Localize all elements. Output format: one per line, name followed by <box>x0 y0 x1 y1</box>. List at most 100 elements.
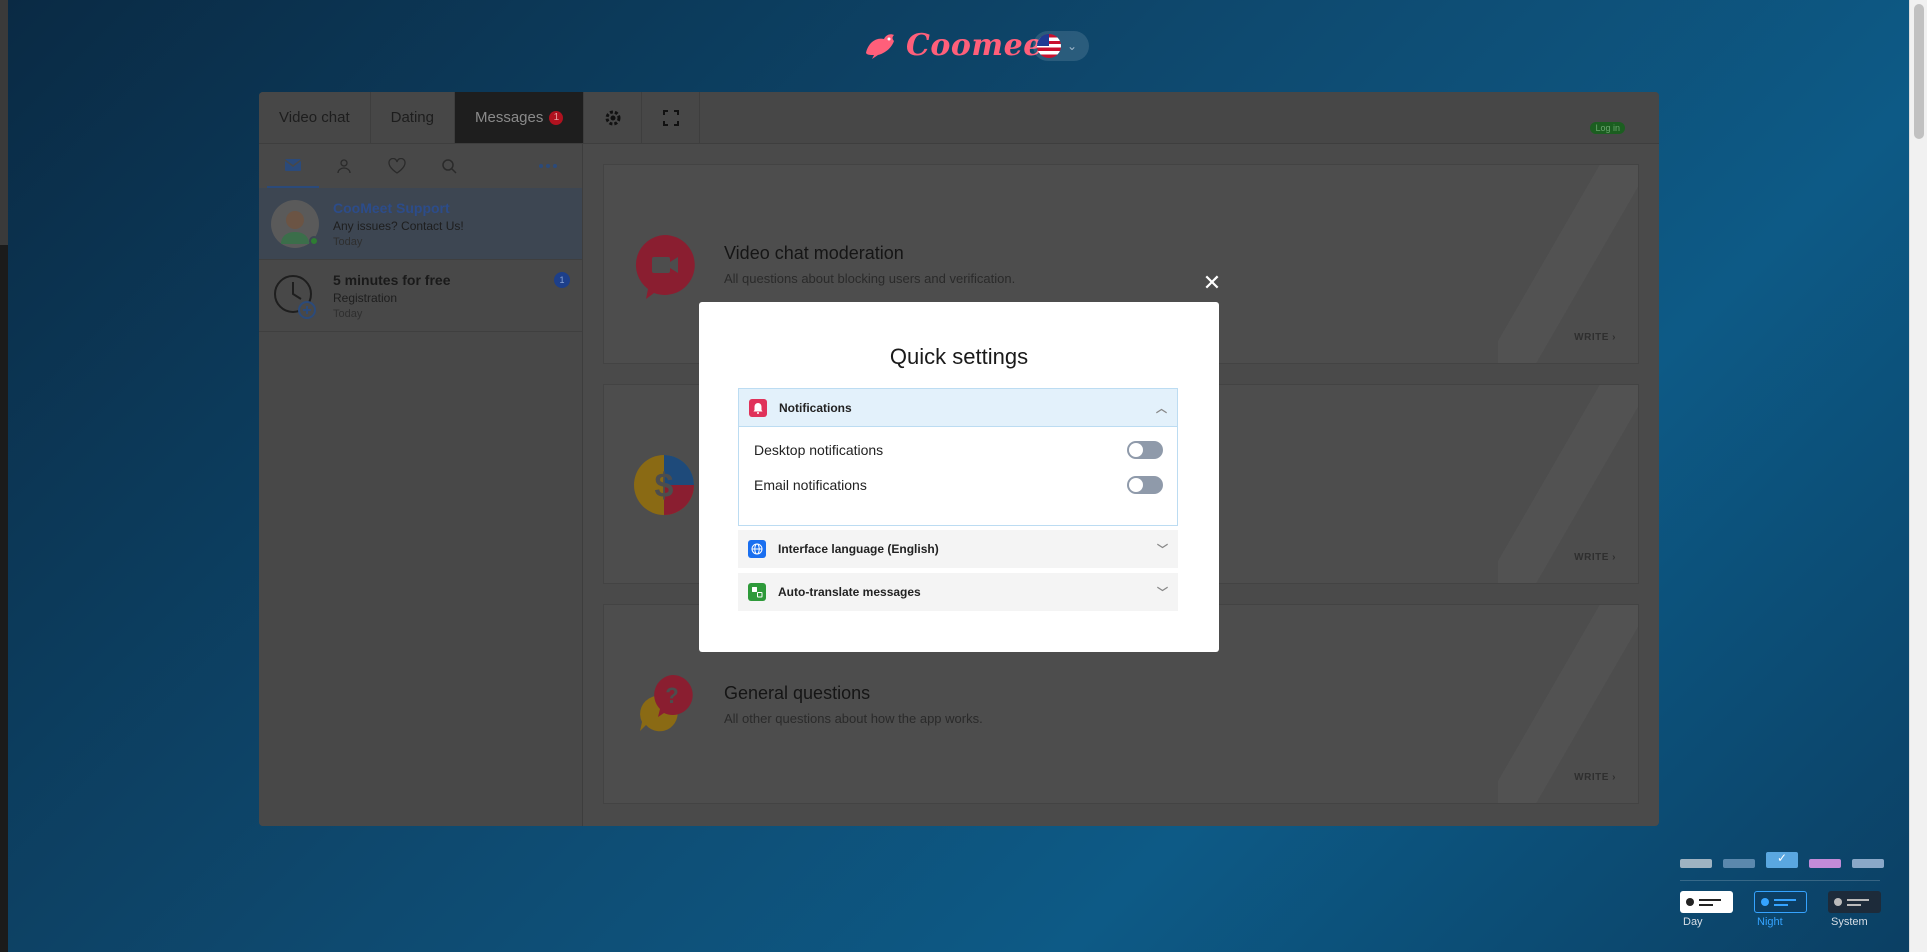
login-button[interactable]: Log in <box>1590 122 1625 134</box>
dialog-title: Quick settings <box>889 344 1029 369</box>
chat-preview: Registration <box>333 290 398 305</box>
tab-label: Messages <box>474 109 544 126</box>
dollar-coin-icon: $ <box>632 453 696 522</box>
mode-label: Day <box>1683 916 1703 928</box>
language-switcher[interactable]: ⌄ <box>1033 31 1089 61</box>
day-mode-icon <box>1680 891 1733 913</box>
chat-item-support[interactable]: CooMeet Support Any issues? Contact Us! … <box>259 188 582 260</box>
ellipsis-icon <box>539 164 557 168</box>
left-scroll-thumb <box>0 0 8 245</box>
card-description: All questions about blocking users and v… <box>724 271 1016 286</box>
unread-badge: 1 <box>549 110 564 125</box>
email-notifications-toggle[interactable] <box>1127 476 1163 494</box>
left-window-edge <box>0 0 8 952</box>
notifications-header[interactable]: Notifications ︿ <box>739 389 1177 427</box>
card-title: General questions <box>724 683 871 703</box>
gear-icon <box>605 110 621 125</box>
camera-bubble-icon <box>632 233 696 304</box>
color-swatch-selected[interactable]: ✓ <box>1766 851 1798 868</box>
filter-search[interactable] <box>423 144 475 188</box>
mode-night[interactable]: Night <box>1754 891 1809 928</box>
email-notifications-row: Email notifications <box>754 474 1163 496</box>
coomeet-logo[interactable]: Coomeet <box>862 28 1057 63</box>
tab-video-chat[interactable]: Video chat <box>259 92 371 143</box>
quick-settings-dialog: Quick settings Notifications ︿ Desktop n… <box>699 302 1219 652</box>
filter-inbox[interactable] <box>267 144 319 188</box>
system-mode-icon <box>1828 891 1881 913</box>
color-scheme-picker: ✓ <box>1680 851 1884 868</box>
color-swatch[interactable] <box>1852 859 1884 868</box>
mode-label: Night <box>1757 916 1783 928</box>
chevron-down-icon: ⌄ <box>1067 39 1078 53</box>
card-title: Video chat moderation <box>724 243 904 263</box>
filter-contacts[interactable] <box>319 144 371 188</box>
globe-icon <box>748 540 766 558</box>
tab-dating[interactable]: Dating <box>371 92 455 143</box>
filter-favorites[interactable] <box>371 144 423 188</box>
notifications-options: Desktop notifications Email notification… <box>739 427 1177 525</box>
question-bubbles-icon: ? <box>632 673 696 742</box>
chat-date: Today <box>333 307 363 320</box>
chevron-up-icon: ︿ <box>1156 402 1167 415</box>
chat-item-free-minutes[interactable]: 5 minutes for free Registration Today 1 <box>259 260 582 332</box>
bird-logo-icon <box>866 33 894 59</box>
us-flag-icon <box>1037 34 1061 58</box>
write-label: WRITE <box>1574 552 1609 563</box>
auto-translate-header[interactable]: Auto-translate messages ﹀ <box>738 573 1178 611</box>
auto-translate-section: Auto-translate messages ﹀ <box>738 573 1178 611</box>
translate-icon <box>748 583 766 601</box>
mode-day[interactable]: Day <box>1680 891 1735 928</box>
chat-name: CooMeet Support <box>333 199 450 216</box>
notifications-section: Notifications ︿ Desktop notifications Em… <box>738 388 1178 526</box>
fullscreen-button[interactable] <box>642 92 701 143</box>
write-link[interactable]: WRITE › <box>1574 772 1616 783</box>
close-icon[interactable]: ✕ <box>1200 272 1224 296</box>
svg-text:$: $ <box>655 467 674 505</box>
option-label: Desktop notifications <box>754 442 884 458</box>
more-button[interactable] <box>522 164 574 168</box>
section-label: Notifications <box>779 400 852 415</box>
avatar <box>271 272 319 320</box>
section-label: Interface language (English) <box>778 542 939 556</box>
card-decoration <box>1498 605 1638 803</box>
clock-plus-icon <box>274 274 316 319</box>
color-swatch[interactable] <box>1680 859 1712 868</box>
page-scroll-thumb[interactable] <box>1914 4 1924 139</box>
heart-icon <box>388 158 406 174</box>
section-label: Auto-translate messages <box>778 585 921 599</box>
page-scrollbar[interactable] <box>1909 0 1927 952</box>
night-mode-icon <box>1754 891 1807 913</box>
mode-system[interactable]: System <box>1828 891 1883 928</box>
tab-messages[interactable]: Messages 1 <box>454 92 585 143</box>
chat-date: Today <box>333 235 363 248</box>
messages-sidebar: CooMeet Support Any issues? Contact Us! … <box>259 144 583 826</box>
online-indicator <box>309 235 319 246</box>
tab-label: Dating <box>390 109 434 126</box>
avatar <box>271 199 319 248</box>
user-icon <box>337 159 351 174</box>
svg-text:?: ? <box>665 683 678 708</box>
chat-preview: Any issues? Contact Us! <box>333 218 464 233</box>
desktop-notifications-row: Desktop notifications <box>754 439 1163 461</box>
chevron-down-icon: ﹀ <box>1157 544 1168 556</box>
divider <box>1680 880 1880 881</box>
write-link[interactable]: WRITE › <box>1574 552 1616 563</box>
color-swatch[interactable] <box>1809 859 1841 868</box>
option-label: Email notifications <box>754 477 867 493</box>
write-link[interactable]: WRITE › <box>1574 332 1616 343</box>
settings-button[interactable] <box>584 92 643 143</box>
chevron-down-icon: ﹀ <box>1157 587 1168 599</box>
write-label: WRITE <box>1574 772 1609 783</box>
interface-language-header[interactable]: Interface language (English) ﹀ <box>738 530 1178 568</box>
color-swatch[interactable] <box>1723 859 1755 868</box>
interface-language-section: Interface language (English) ﹀ <box>738 530 1178 568</box>
chat-name: 5 minutes for free <box>333 271 451 288</box>
unread-count-badge: 1 <box>554 272 570 288</box>
write-label: WRITE <box>1574 332 1609 343</box>
card-decoration <box>1498 165 1638 363</box>
fullscreen-icon <box>662 109 679 126</box>
desktop-notifications-toggle[interactable] <box>1127 441 1163 459</box>
envelope-icon <box>284 159 302 171</box>
check-icon: ✓ <box>1776 851 1788 865</box>
theme-mode-picker: Day Night System <box>1680 891 1883 928</box>
